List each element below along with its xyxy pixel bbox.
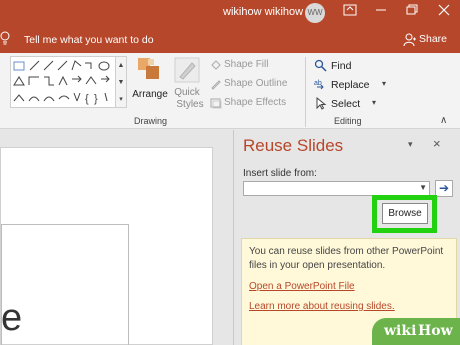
- ribbon: { } ▲ ▼ ▾ Arrange Quick Styles Shape Fil…: [0, 53, 460, 129]
- shape-fill-button[interactable]: Shape Fill: [208, 57, 298, 73]
- shape-effects-button[interactable]: Shape Effects: [208, 95, 298, 111]
- go-arrow-icon[interactable]: ➔: [435, 180, 453, 197]
- find-label: Find: [331, 60, 352, 72]
- cursor-icon: [314, 96, 327, 110]
- logo-wiki-text: wiki: [384, 323, 417, 339]
- ribbon-display-options-icon[interactable]: [342, 4, 358, 20]
- gallery-more-icon[interactable]: ▾: [116, 91, 126, 108]
- select-dropdown-icon[interactable]: ▾: [372, 98, 376, 107]
- close-icon[interactable]: [436, 4, 452, 20]
- replace-label: Replace: [331, 79, 370, 91]
- replace-button[interactable]: ab Replace ▾: [314, 77, 394, 93]
- quick-styles-icon: [174, 57, 200, 83]
- shape-effects-icon: [210, 97, 222, 109]
- tell-me-input[interactable]: Tell me what you want to do: [24, 34, 154, 46]
- arrange-label: Arrange: [132, 89, 168, 100]
- arrange-icon: [137, 57, 161, 81]
- shapes-gallery[interactable]: { }: [10, 56, 116, 108]
- open-file-link[interactable]: Open a PowerPoint File: [249, 281, 355, 292]
- editing-group-label: Editing: [334, 116, 362, 126]
- slide-canvas[interactable]: e: [0, 147, 213, 345]
- share-person-icon[interactable]: [403, 33, 417, 47]
- find-button[interactable]: Find: [314, 58, 394, 74]
- wikihow-logo: wiki How: [372, 318, 460, 345]
- quick-styles-button[interactable]: Quick Styles: [170, 57, 204, 113]
- quick-styles-label-2: Styles: [176, 99, 204, 110]
- select-button[interactable]: Select ▾: [314, 96, 394, 112]
- select-label: Select: [331, 98, 361, 110]
- gallery-up-icon[interactable]: ▲: [116, 57, 126, 74]
- arrange-button[interactable]: Arrange: [130, 57, 168, 107]
- drawing-group-label: Drawing: [134, 116, 168, 126]
- gallery-down-icon[interactable]: ▼: [116, 74, 126, 91]
- svg-text:{: {: [85, 93, 89, 105]
- pane-title: Reuse Slides: [243, 136, 344, 155]
- share-button[interactable]: Share: [419, 33, 447, 45]
- group-separator: [305, 57, 306, 127]
- shape-fill-label: Shape Fill: [224, 59, 269, 70]
- slide-work-area: e: [0, 130, 233, 345]
- learn-more-link[interactable]: Learn more about reusing slides.: [249, 301, 395, 312]
- minimize-icon[interactable]: [373, 4, 389, 20]
- gallery-scrollbar[interactable]: ▲ ▼ ▾: [116, 56, 127, 108]
- user-name[interactable]: wikihow wikihow: [223, 6, 303, 18]
- quick-styles-label-1: Quick: [174, 87, 200, 98]
- slide-text[interactable]: e: [1, 288, 22, 345]
- avatar[interactable]: WW: [305, 3, 325, 23]
- shape-outline-label: Shape Outline: [224, 78, 288, 89]
- chevron-down-icon[interactable]: ▼: [419, 183, 427, 192]
- collapse-ribbon-icon[interactable]: ∧: [440, 115, 447, 126]
- info-text: You can reuse slides from other PowerPoi…: [249, 246, 444, 271]
- reuse-slides-pane: Reuse Slides ▾ × Insert slide from: ▼ ➔ …: [233, 130, 460, 345]
- tell-me-bar: Tell me what you want to do Share: [0, 27, 460, 53]
- shape-effects-label: Shape Effects: [224, 97, 287, 108]
- svg-text:}: }: [94, 93, 98, 105]
- insert-slide-label: Insert slide from:: [243, 168, 317, 179]
- insert-slide-input[interactable]: ▼: [243, 181, 430, 196]
- logo-how-text: How: [418, 323, 453, 339]
- paint-bucket-icon: [210, 59, 222, 71]
- pane-close-icon[interactable]: ×: [433, 136, 441, 151]
- title-bar: wikihow wikihow WW: [0, 0, 460, 27]
- pencil-icon: [210, 78, 222, 90]
- replace-dropdown-icon[interactable]: ▾: [382, 79, 386, 88]
- shape-outline-button[interactable]: Shape Outline: [208, 76, 298, 92]
- search-icon: [314, 59, 327, 72]
- restore-icon[interactable]: [404, 4, 420, 20]
- browse-button[interactable]: Browse: [382, 203, 428, 224]
- pane-options-icon[interactable]: ▾: [408, 139, 413, 150]
- svg-text:ab: ab: [314, 80, 322, 87]
- replace-icon: ab: [314, 78, 327, 91]
- lightbulb-icon: [0, 31, 10, 48]
